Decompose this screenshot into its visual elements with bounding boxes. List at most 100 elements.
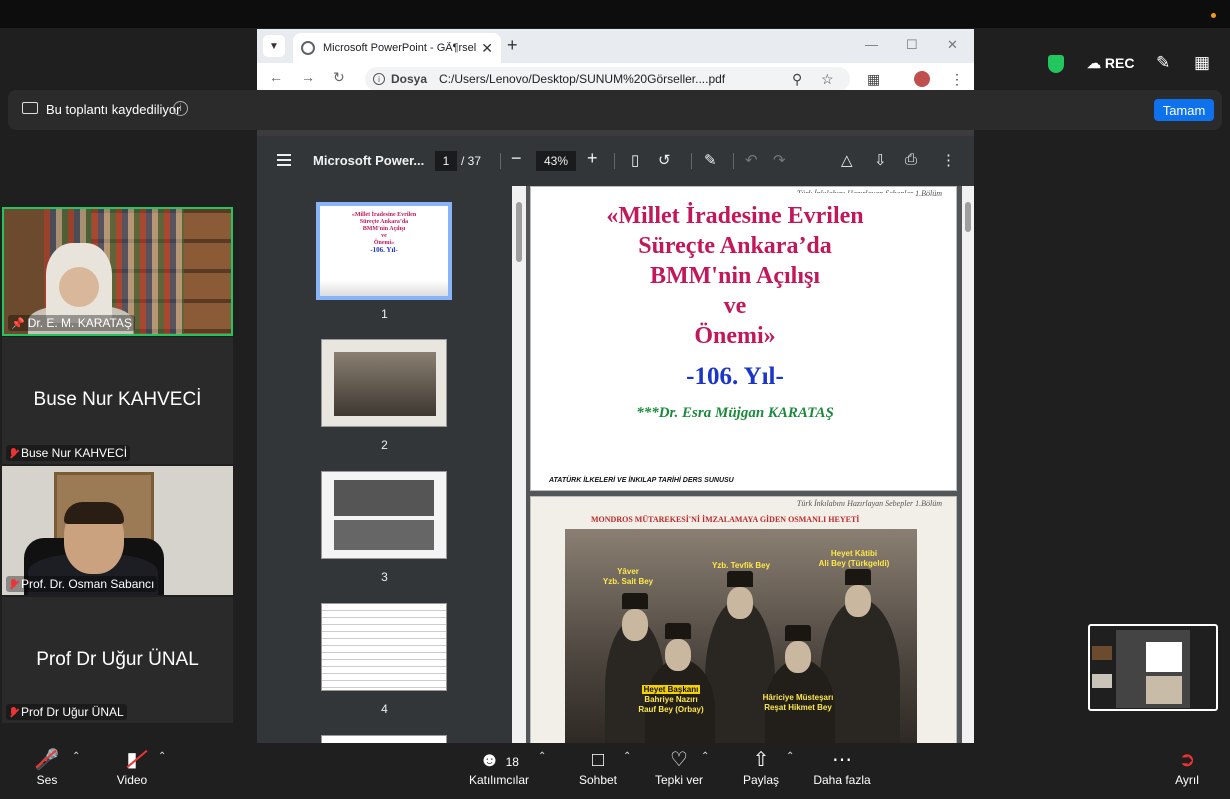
thumbnail-page-2[interactable] <box>321 339 447 427</box>
recording-banner: Bu toplantı kaydediliyor i Tamam <box>8 90 1222 130</box>
video-off-icon: ▮ <box>126 749 138 771</box>
info-icon[interactable]: i <box>173 101 188 116</box>
chat-caret[interactable]: ⌃ <box>623 751 631 762</box>
document-title: Microsoft Power... <box>313 153 425 168</box>
extensions-icon[interactable]: ▦ <box>867 71 880 88</box>
react-label: Tepki ver <box>654 773 704 787</box>
zoom-out-icon[interactable]: − <box>511 148 522 169</box>
label-baskan: Heyet Başkanı Bahriye Nazırı Rauf Bey (Orb… <box>638 685 704 714</box>
pdf-page-2: Türk İnkılabını Hazırlayan Sebepler 1.Bö… <box>530 496 957 743</box>
more-dots-icon: ⋯ <box>832 749 852 771</box>
browser-tab[interactable]: Microsoft PowerPoint - GÃ¶rsel ✕ <box>293 33 501 63</box>
menu-icon[interactable] <box>277 154 291 166</box>
react-caret[interactable]: ⌃ <box>701 751 709 762</box>
reload-icon[interactable]: ↻ <box>333 69 345 86</box>
thumbnail-page-3[interactable] <box>321 471 447 559</box>
video-button[interactable]: ▮ Video <box>112 747 152 787</box>
ok-button[interactable]: Tamam <box>1154 99 1214 121</box>
minimize-icon[interactable]: — <box>865 37 878 52</box>
share-caret[interactable]: ⌃ <box>786 751 794 762</box>
thumbnail-label-2: 2 <box>381 438 388 452</box>
browser-menu-icon[interactable]: ⋮ <box>950 71 964 88</box>
share-screen-icon: ⇧ <box>752 749 770 771</box>
more-button[interactable]: ⋯ Daha fazla <box>812 747 872 787</box>
pdf-scrollbar[interactable] <box>962 186 974 743</box>
participant-name: Prof Dr Uğur ÜNAL <box>6 704 127 720</box>
url-field[interactable]: i Dosya C:/Users/Lenovo/Desktop/SUNUM%20… <box>365 67 850 91</box>
bookmark-star-icon[interactable]: ☆ <box>821 71 834 88</box>
page-number-input[interactable]: 1 <box>435 151 457 171</box>
pdf-viewer-pane: Türk İnkılabını Hazırlayan Sebepler 1.Bö… <box>526 186 974 743</box>
zoom-lens-icon[interactable]: ⚲ <box>792 71 802 88</box>
redo-icon[interactable]: ↷ <box>773 151 786 169</box>
leave-button[interactable]: ➲ Ayrıl <box>1170 747 1204 787</box>
thumbnail-page-5[interactable] <box>321 735 447 743</box>
participant-tile-active[interactable]: 📌 Dr. E. M. KARATAŞ <box>2 207 233 336</box>
thumbnail-label-4: 4 <box>381 702 388 716</box>
audio-label: Ses <box>36 773 58 787</box>
globe-icon <box>301 41 315 55</box>
rotate-icon[interactable]: ↺ <box>658 151 671 169</box>
video-options-caret[interactable]: ⌃ <box>158 751 166 762</box>
forward-icon[interactable]: → <box>301 69 315 85</box>
close-window-icon[interactable]: ✕ <box>947 37 958 53</box>
thumbnail-page-4[interactable] <box>321 603 447 691</box>
participants-caret[interactable]: ⌃ <box>538 751 546 762</box>
thumbnail-scrollbar[interactable] <box>512 186 526 743</box>
annotate-icon[interactable]: ✎ <box>704 151 717 169</box>
participants-icon: ☻ 18 <box>479 749 519 771</box>
divider <box>691 153 692 169</box>
label-katib: Heyet Kâtibi Ali Bey (Türkgeldi) <box>818 549 890 568</box>
back-icon[interactable]: ← <box>269 69 283 85</box>
cloud-recording-indicator[interactable]: ☁ REC <box>1087 55 1134 72</box>
print-icon[interactable]: ⎙ <box>905 151 917 168</box>
more-options-icon[interactable]: ⋮ <box>941 151 956 169</box>
label-tevfik: Yzb. Tevfik Bey <box>711 561 771 570</box>
pin-icon: 📌 <box>11 317 25 330</box>
audio-button[interactable]: 🎤 Ses <box>30 747 64 787</box>
zoom-level-input[interactable]: 43% <box>536 151 576 171</box>
undo-icon[interactable]: ↶ <box>745 151 758 169</box>
profile-avatar[interactable] <box>914 71 930 87</box>
chat-icon: □ <box>591 749 605 771</box>
participant-name: Prof. Dr. Osman Sabancı <box>6 576 158 592</box>
zoom-in-icon[interactable]: + <box>587 148 598 169</box>
participant-tile[interactable]: Buse Nur KAHVECİ Buse Nur KAHVECİ <box>2 337 233 464</box>
download-icon[interactable]: ⇩ <box>874 151 887 169</box>
new-tab-icon[interactable]: + <box>507 35 518 56</box>
leave-icon: ➲ <box>1178 749 1196 771</box>
close-tab-icon[interactable]: ✕ <box>481 40 493 57</box>
status-dot <box>1211 13 1216 18</box>
page-2-header: Türk İnkılabını Hazırlayan Sebepler 1.Bö… <box>796 499 942 508</box>
page-total: / 37 <box>461 154 482 168</box>
thumbnail-page-1[interactable]: «Millet İradesine Evrilen Süreçte Ankara’… <box>316 202 452 300</box>
thumbnail-pane: «Millet İradesine Evrilen Süreçte Ankara’… <box>257 186 512 743</box>
security-shield-icon[interactable] <box>1048 55 1064 73</box>
fit-page-icon[interactable]: ▯ <box>631 151 639 169</box>
share-label: Paylaş <box>742 773 780 787</box>
info-icon: i <box>373 73 385 85</box>
label-hariciye: Hâriciye Müsteşarı Reşat Hikmet Bey <box>762 693 834 712</box>
share-preview-thumbnail[interactable] <box>1088 624 1218 711</box>
chat-button[interactable]: □ Sohbet <box>576 747 620 787</box>
share-button[interactable]: ⇧ Paylaş <box>740 747 782 787</box>
meeting-controls: 🎤 Ses ⌃ ▮ Video ⌃ ☻ 18 Katılımcılar ⌃ □ … <box>0 743 1230 799</box>
drive-icon[interactable]: △ <box>841 151 853 169</box>
slide-footer: ATATÜRK İLKELERİ VE İNKILAP TARİHİ DERS … <box>549 477 734 484</box>
participant-tile[interactable]: Prof Dr Uğur ÜNAL Prof Dr Uğur ÜNAL <box>2 597 233 723</box>
slide-title: «Millet İradesine Evrilen Süreçte Ankara… <box>606 203 864 349</box>
participants-button[interactable]: ☻ 18 Katılımcılar <box>467 747 531 787</box>
apps-icon[interactable]: ▦ <box>1194 53 1210 73</box>
slide-2-title: MONDROS MÜTAREKESİ'Nİ İMZALAMAYA GİDEN O… <box>591 515 860 524</box>
participant-name: Buse Nur KAHVECİ <box>6 445 131 461</box>
mic-muted-icon <box>9 578 18 590</box>
annotate-pencil-icon[interactable]: ✎ <box>1156 53 1170 73</box>
audio-options-caret[interactable]: ⌃ <box>72 751 80 762</box>
maximize-icon[interactable]: ☐ <box>906 37 918 53</box>
divider <box>500 153 501 169</box>
react-button[interactable]: ♡ Tepki ver <box>652 747 706 787</box>
participant-display-name: Buse Nur KAHVECİ <box>33 389 202 410</box>
participant-tile[interactable]: Prof. Dr. Osman Sabancı <box>2 466 233 595</box>
tab-search-icon[interactable]: ▼ <box>263 35 285 57</box>
mic-muted-icon <box>9 447 18 459</box>
